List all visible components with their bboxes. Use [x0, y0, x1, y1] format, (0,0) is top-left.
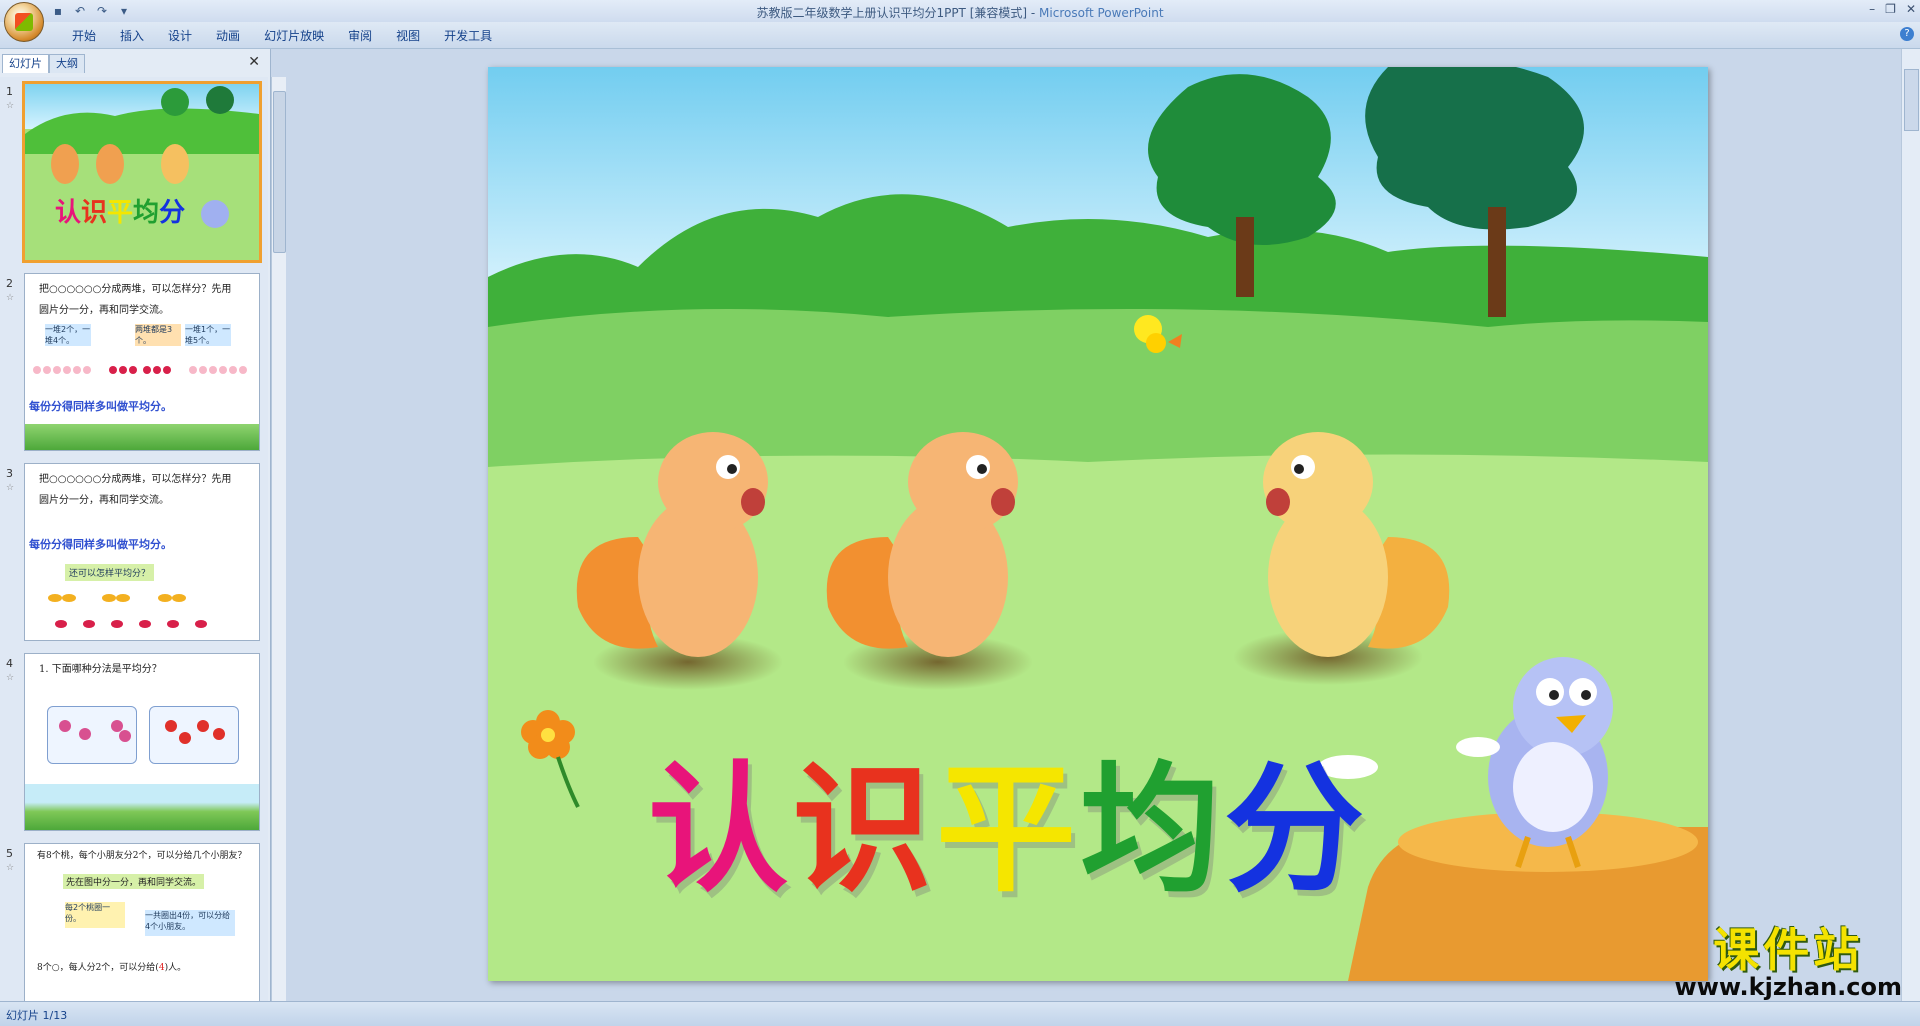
- thumb-number: 5: [6, 847, 13, 860]
- panel-tabs: 幻灯片 大纲: [2, 54, 85, 73]
- thumb-number: 2: [6, 277, 13, 290]
- thumb-2-box3: 一堆1个，一堆5个。: [185, 324, 231, 346]
- thumb-number: 3: [6, 467, 13, 480]
- thumb-4-text: 1. 下面哪种分法是平均分？: [39, 664, 162, 675]
- app-name: Microsoft PowerPoint: [1039, 6, 1164, 20]
- slide-thumbnail-4[interactable]: 1. 下面哪种分法是平均分？: [24, 653, 260, 831]
- thumb-1-art: [25, 84, 259, 260]
- thumb-2-box2: 两堆都是3个。: [135, 324, 181, 346]
- thumb-5-box1: 每2个桃圈一份。: [65, 902, 125, 928]
- thumb-3-text: 把○○○○○○分成两堆，可以怎样分？先用 圆片分一分，再和同学交流。: [39, 474, 232, 506]
- title-char-1: 认: [648, 748, 789, 912]
- thumb-2-grass: [25, 424, 259, 450]
- workspace-scrollbar[interactable]: [1901, 49, 1920, 1001]
- status-bar: 幻灯片 1/13: [0, 1001, 1920, 1026]
- watermark-url: www.kjzhan.com: [1674, 973, 1902, 1001]
- tab-design[interactable]: 设计: [156, 27, 204, 45]
- tab-review[interactable]: 审阅: [336, 27, 384, 45]
- panel-scroll-thumb[interactable]: [273, 91, 286, 253]
- watermark-brand: 课件站: [1713, 923, 1864, 977]
- thumb-2-text: 把○○○○○○分成两堆，可以怎样分？先用 圆片分一分，再和同学交流。: [39, 284, 232, 316]
- slide-thumbnail-1[interactable]: 认识平均分: [22, 81, 262, 263]
- office-logo-icon: [15, 13, 33, 31]
- slide-thumbnail-5[interactable]: 有8个桃，每个小朋友分2个，可以分给几个小朋友？ 先在图中分一分，再和同学交流。…: [24, 843, 260, 1001]
- animation-star-icon: ☆: [6, 483, 15, 493]
- slide-thumbnail-2[interactable]: 把○○○○○○分成两堆，可以怎样分？先用 圆片分一分，再和同学交流。 一堆2个，…: [24, 273, 260, 451]
- ribbon-tabs: 开始 插入 设计 动画 幻灯片放映 审阅 视图 开发工具: [60, 27, 504, 45]
- watermark: 课件站 www.kjzhan.com: [1675, 925, 1902, 999]
- thumb-3-question: 还可以怎样平均分？: [65, 564, 155, 581]
- ribbon: 开始 插入 设计 动画 幻灯片放映 审阅 视图 开发工具 ?: [0, 22, 1920, 49]
- window-controls: – ❐ ✕: [1869, 2, 1916, 16]
- office-button[interactable]: [4, 2, 44, 42]
- document-title: 苏教版二年级数学上册认识平均分1PPT [兼容模式]: [756, 6, 1028, 20]
- thumb-5-footer: 8个○，每人分2个，可以分给(4)人。: [37, 963, 187, 973]
- thumb-1-title: 认识平均分: [55, 198, 186, 228]
- tab-insert[interactable]: 插入: [108, 27, 156, 45]
- title-bar: ▪ ↶ ↷ ▾ 苏教版二年级数学上册认识平均分1PPT [兼容模式] - Mic…: [0, 0, 1920, 22]
- thumb-number: 1: [6, 85, 13, 98]
- slides-panel: 幻灯片 大纲 ✕ 1 ☆ 认识平均分 2 ☆ 把○○○○○○分成两堆，可以怎样分…: [0, 49, 271, 1001]
- animation-star-icon: ☆: [6, 101, 15, 111]
- tab-animations[interactable]: 动画: [204, 27, 252, 45]
- close-icon[interactable]: ✕: [1906, 2, 1916, 16]
- panel-close-icon[interactable]: ✕: [248, 54, 260, 70]
- thumb-4-fruit: [59, 720, 225, 744]
- slide-counter: 幻灯片 1/13: [6, 1009, 68, 1022]
- tab-outline[interactable]: 大纲: [49, 54, 85, 73]
- thumb-2-dots: [33, 366, 247, 374]
- thumb-number: 4: [6, 657, 13, 670]
- animation-star-icon: ☆: [6, 293, 15, 303]
- restore-icon[interactable]: ❐: [1885, 2, 1896, 16]
- thumb-5-line2: 先在图中分一分，再和同学交流。: [63, 874, 205, 889]
- thumbnail-list: 1 ☆ 认识平均分 2 ☆ 把○○○○○○分成两堆，可以怎样分？先用 圆片分一分…: [0, 77, 268, 1001]
- tab-slideshow[interactable]: 幻灯片放映: [252, 27, 336, 45]
- tab-home[interactable]: 开始: [60, 27, 108, 45]
- title-char-4: 均: [1080, 748, 1221, 912]
- thumb-2-box1: 一堆2个，一堆4个。: [45, 324, 91, 346]
- thumb-4-ground: [25, 784, 259, 830]
- title-char-2: 识: [792, 748, 933, 912]
- tab-developer[interactable]: 开发工具: [432, 27, 504, 45]
- thumb-3-footer: 每份分得同样多叫做平均分。: [29, 538, 172, 551]
- slide-title[interactable]: 认 识 平 均 分: [648, 755, 1364, 905]
- thumb-5-text: 有8个桃，每个小朋友分2个，可以分给几个小朋友？: [37, 851, 247, 861]
- animation-star-icon: ☆: [6, 863, 15, 873]
- minimize-icon[interactable]: –: [1869, 2, 1875, 16]
- thumb-2-footer: 每份分得同样多叫做平均分。: [29, 400, 172, 413]
- slide-thumbnail-3[interactable]: 把○○○○○○分成两堆，可以怎样分？先用 圆片分一分，再和同学交流。 每份分得同…: [24, 463, 260, 641]
- window-title: 苏教版二年级数学上册认识平均分1PPT [兼容模式] - Microsoft P…: [756, 6, 1164, 20]
- slide-canvas[interactable]: 认 识 平 均 分: [488, 67, 1708, 981]
- tab-view[interactable]: 视图: [384, 27, 432, 45]
- title-char-3: 平: [936, 748, 1077, 912]
- animation-star-icon: ☆: [6, 673, 15, 683]
- title-char-5: 分: [1224, 748, 1365, 912]
- workspace-scroll-thumb[interactable]: [1904, 69, 1919, 131]
- help-icon[interactable]: ?: [1900, 27, 1914, 41]
- thumb-5-box2: 一共圈出4份，可以分给4个小朋友。: [145, 910, 235, 936]
- thumb-3-ovals: [48, 594, 207, 628]
- panel-scrollbar[interactable]: [271, 77, 286, 1001]
- tab-slides[interactable]: 幻灯片: [2, 54, 49, 73]
